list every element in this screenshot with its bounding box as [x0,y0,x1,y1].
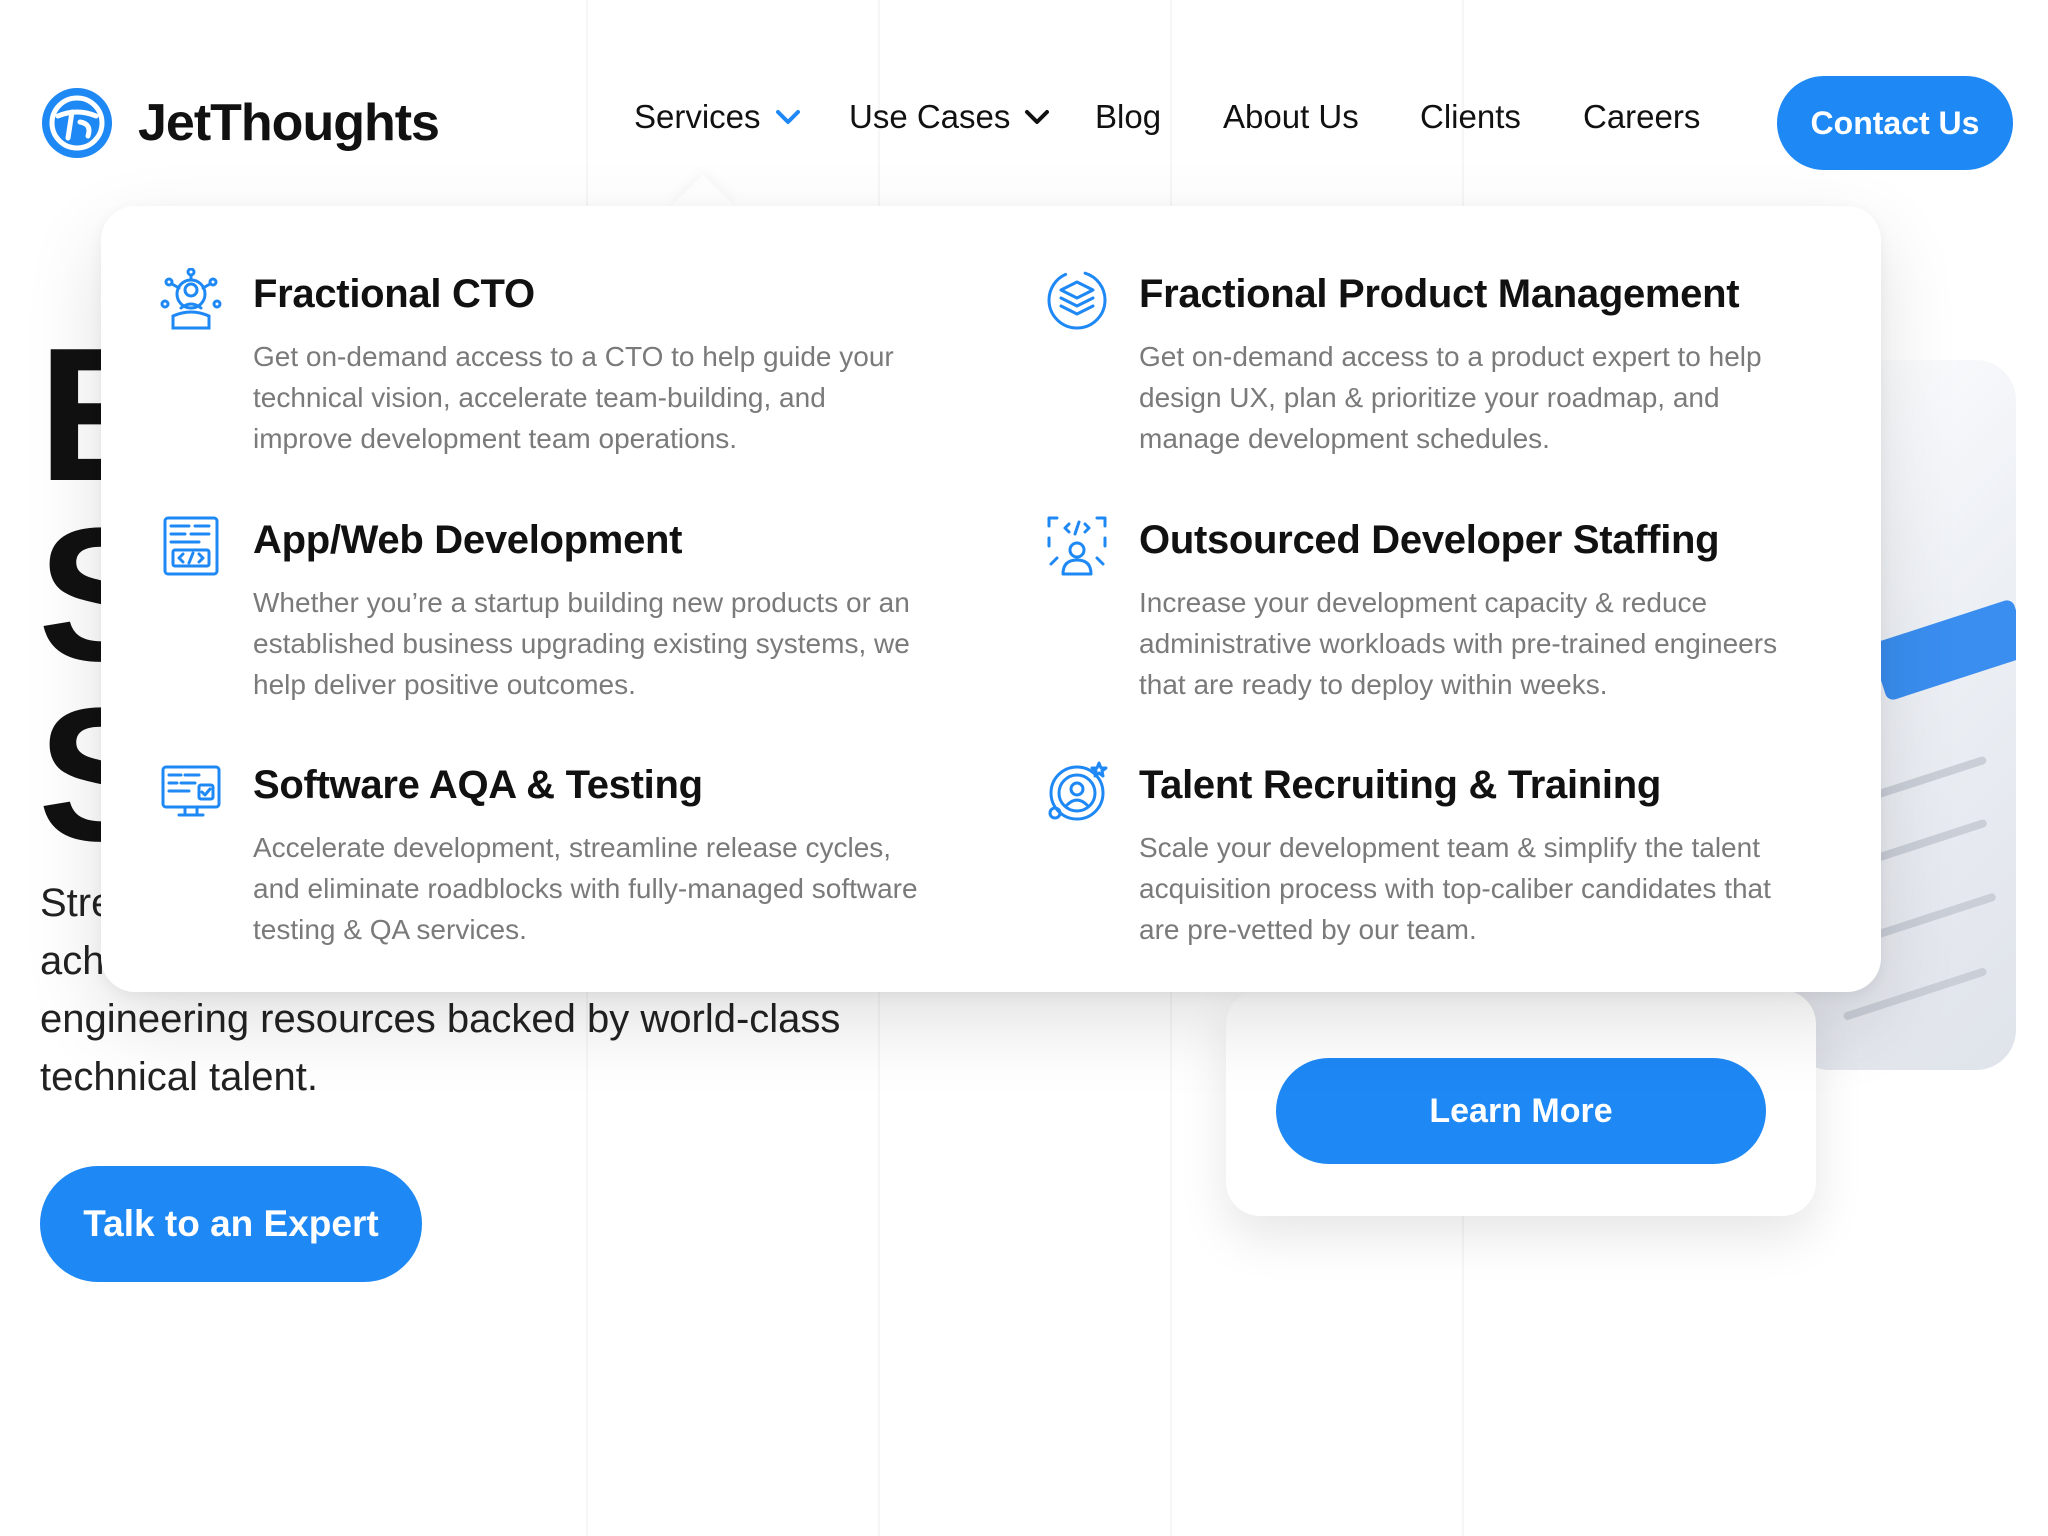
service-description: Scale your development team & simplify t… [1139,827,1849,950]
service-description: Whether you’re a startup building new pr… [253,582,963,705]
nav-item-services[interactable]: Services [634,98,801,136]
description-line: are pre-vetted by our team. [1139,914,1477,945]
description-line: established business upgrading existing … [253,628,910,659]
service-title: App/Web Development [253,518,683,562]
site-logo[interactable]: JetThoughts [40,86,440,160]
talent-recruiting-icon [1048,761,1108,821]
cto-icon [160,268,222,330]
service-title: Fractional Product Management [1139,272,1740,316]
brand-name: JetThoughts [138,94,440,152]
nav-item-about-us[interactable]: About Us [1223,98,1359,136]
nav-label: Use Cases [849,98,1011,135]
description-line: that are ready to deploy within weeks. [1139,669,1608,700]
jetthoughts-logo-icon [42,88,112,158]
product-management-icon [1047,270,1107,330]
chevron-down-icon [1025,110,1050,124]
nav-label: About Us [1223,98,1359,135]
nav-label: Clients [1420,98,1521,135]
nav-label: Blog [1095,98,1162,135]
screenshot-highlight [1869,598,2016,702]
service-title: Talent Recruiting & Training [1139,763,1662,807]
service-title: Software AQA & Testing [253,763,703,807]
hero-line: engineering resources backed by world-cl… [40,997,841,1041]
service-description: Accelerate development, streamline relea… [253,827,963,950]
service-title: Outsourced Developer Staffing [1139,518,1720,562]
web-development-icon [163,516,219,576]
description-line: Scale your development team & simplify t… [1139,832,1760,863]
service-description: Get on-demand access to a product expert… [1139,336,1849,459]
description-line: Get on-demand access to a product expert… [1139,341,1762,372]
description-line: design UX, plan & prioritize your roadma… [1139,382,1720,413]
description-line: acquisition process with top-caliber can… [1139,873,1771,904]
service-description: Get on-demand access to a CTO to help gu… [253,336,963,459]
contact-us-button[interactable]: Contact Us [1777,76,2013,170]
nav-label: Services [634,98,761,135]
developer-staffing-icon [1047,516,1107,576]
chevron-down-icon [775,110,800,124]
description-line: manage development schedules. [1139,423,1550,454]
description-line: testing & QA services. [253,914,527,945]
learn-more-button[interactable]: Learn More [1276,1058,1766,1164]
nav-item-careers[interactable]: Careers [1583,98,1700,136]
service-title: Fractional CTO [253,272,535,316]
description-line: administrative workloads with pre-traine… [1139,628,1778,659]
service-description: Increase your development capacity & red… [1139,582,1849,705]
description-line: Increase your development capacity & red… [1139,587,1708,618]
nav-label: Careers [1583,98,1701,135]
talk-to-expert-button[interactable]: Talk to an Expert [40,1166,422,1282]
description-line: Whether you’re a startup building new pr… [253,587,910,618]
nav-item-clients[interactable]: Clients [1420,98,1521,136]
description-line: and eliminate roadblocks with fully-mana… [253,873,918,904]
nav-item-use-cases[interactable]: Use Cases [849,98,1050,136]
nav-item-blog[interactable]: Blog [1095,98,1161,136]
description-line: technical vision, accelerate team-buildi… [253,382,826,413]
hero-line: technical talent. [40,1055,318,1099]
services-dropdown: Fractional CTO Get on-demand access to a… [101,206,1881,992]
description-line: Get on-demand access to a CTO to help gu… [253,341,894,372]
description-line: Accelerate development, streamline relea… [253,832,892,863]
testing-icon [161,765,221,817]
description-line: improve development team operations. [253,423,738,454]
description-line: help deliver positive outcomes. [253,669,636,700]
learn-more-card: Learn More [1226,990,1816,1216]
